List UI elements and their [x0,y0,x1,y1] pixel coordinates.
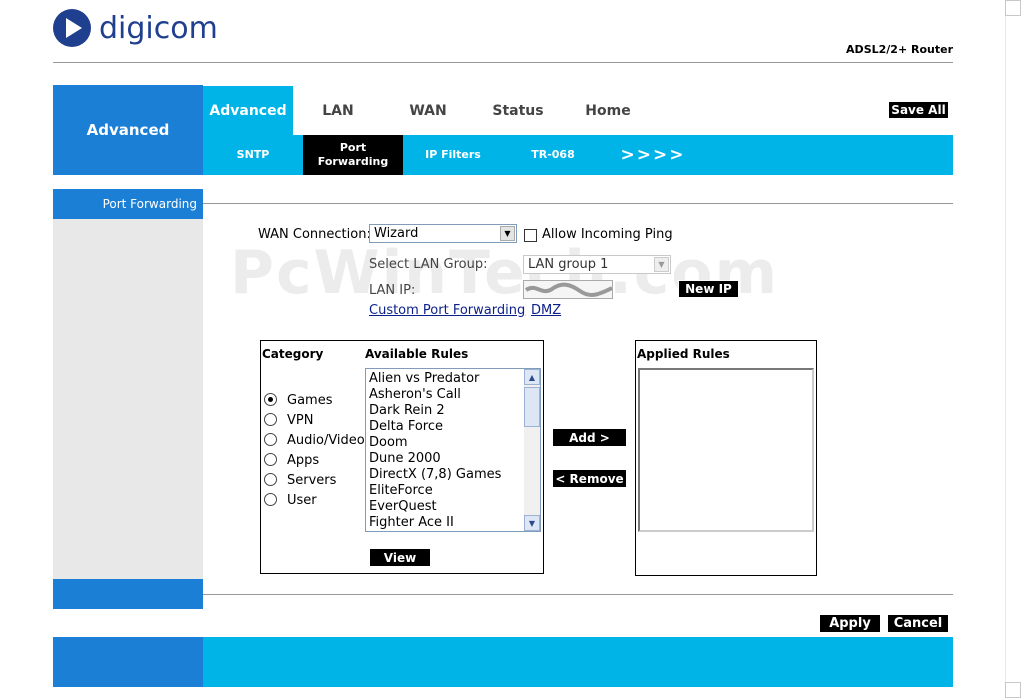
header-divider [53,62,953,63]
radio-label-audio-video: Audio/Video [287,433,365,448]
radio-label-servers: Servers [287,473,337,488]
applied-rules-list[interactable] [638,368,814,532]
apply-button[interactable]: Apply [819,614,881,633]
scroll-down-icon[interactable] [1005,682,1021,698]
radio-label-apps: Apps [287,453,320,468]
radio-games[interactable] [264,393,277,406]
allow-ping-checkbox[interactable] [524,229,537,242]
tab-advanced[interactable]: Advanced [203,86,293,135]
obscured-ip-graphic [524,282,612,297]
list-item[interactable]: Doom [369,435,524,451]
subtab-ip-filters[interactable]: IP Filters [403,135,503,175]
subtab-sntp[interactable]: SNTP [203,135,303,175]
content-divider-top [203,203,953,204]
new-ip-button[interactable]: New IP [678,280,739,298]
remove-button[interactable]: < Remove [552,469,627,488]
chevron-down-icon: ▼ [654,257,669,272]
tab-home[interactable]: Home [563,86,653,135]
radio-audio-video[interactable] [264,433,277,446]
brand-logo: digicom [53,8,218,48]
dmz-link[interactable]: DMZ [531,303,561,318]
available-rules-label: Available Rules [365,347,469,361]
window-scrollbar[interactable] [1005,0,1022,698]
allow-ping-label: Allow Incoming Ping [542,227,673,242]
radio-label-vpn: VPN [287,413,314,428]
tab-status[interactable]: Status [473,86,563,135]
applied-rules-label: Applied Rules [637,347,730,361]
footer-right-bar [203,637,953,687]
list-scrollbar[interactable]: ▲ ▼ [524,369,540,531]
radio-selected-dot [268,397,273,402]
scroll-up-icon[interactable]: ▲ [524,369,540,385]
list-item[interactable]: EverQuest [369,499,524,515]
save-all-button[interactable]: Save All [888,101,949,119]
lan-ip-field[interactable] [523,280,613,299]
list-item[interactable]: Dune 2000 [369,451,524,467]
radio-servers[interactable] [264,473,277,486]
subtab-tr068[interactable]: TR-068 [503,135,603,175]
content-divider-bottom [203,594,953,595]
radio-user[interactable] [264,493,277,506]
chevron-down-icon: ▼ [500,226,515,241]
list-item[interactable]: Asheron's Call [369,387,524,403]
lan-group-value: LAN group 1 [528,257,609,272]
wan-connection-select[interactable]: Wizard ▼ [369,224,517,243]
radio-vpn[interactable] [264,413,277,426]
list-item[interactable]: Fighter Ace II [369,515,524,531]
sidebar-panel [53,219,203,579]
view-button[interactable]: View [369,548,431,567]
lan-group-select[interactable]: LAN group 1 ▼ [523,255,671,274]
section-title: Advanced [53,85,203,175]
radio-label-user: User [287,493,317,508]
sidebar-footer [53,579,203,609]
list-item[interactable]: Delta Force [369,419,524,435]
list-item[interactable]: Alien vs Predator [369,371,524,387]
lan-group-label: Select LAN Group: [369,257,488,272]
logo-text: digicom [99,10,218,46]
radio-apps[interactable] [264,453,277,466]
footer-left-bar [53,637,203,687]
scroll-down-icon[interactable]: ▼ [524,515,540,531]
scroll-thumb[interactable] [524,387,540,427]
list-item[interactable]: EliteForce [369,483,524,499]
wan-connection-value: Wizard [374,226,419,241]
sidebar-page-title: Port Forwarding [53,189,203,219]
list-item[interactable]: Dark Rein 2 [369,403,524,419]
subtab-more[interactable]: >>>> [603,135,703,175]
available-rules-list[interactable]: Alien vs Predator Asheron's Call Dark Rein… [365,368,541,532]
cancel-button[interactable]: Cancel [887,614,949,633]
radio-label-games: Games [287,393,333,408]
wan-connection-label: WAN Connection: [258,227,371,242]
add-button[interactable]: Add > [552,428,627,447]
available-rules-items: Alien vs Predator Asheron's Call Dark Rein… [369,371,524,531]
category-label: Category [262,347,324,361]
subtab-port-forwarding[interactable]: Port Forwarding [303,135,403,175]
scroll-up-icon[interactable] [1005,0,1021,16]
custom-port-forwarding-link[interactable]: Custom Port Forwarding [369,303,525,318]
tab-lan[interactable]: LAN [293,86,383,135]
logo-arrow-icon [53,9,91,47]
list-item[interactable]: DirectX (7,8) Games [369,467,524,483]
product-name: ADSL2/2+ Router [846,43,953,56]
lan-ip-label: LAN IP: [369,283,416,298]
tab-wan[interactable]: WAN [383,86,473,135]
